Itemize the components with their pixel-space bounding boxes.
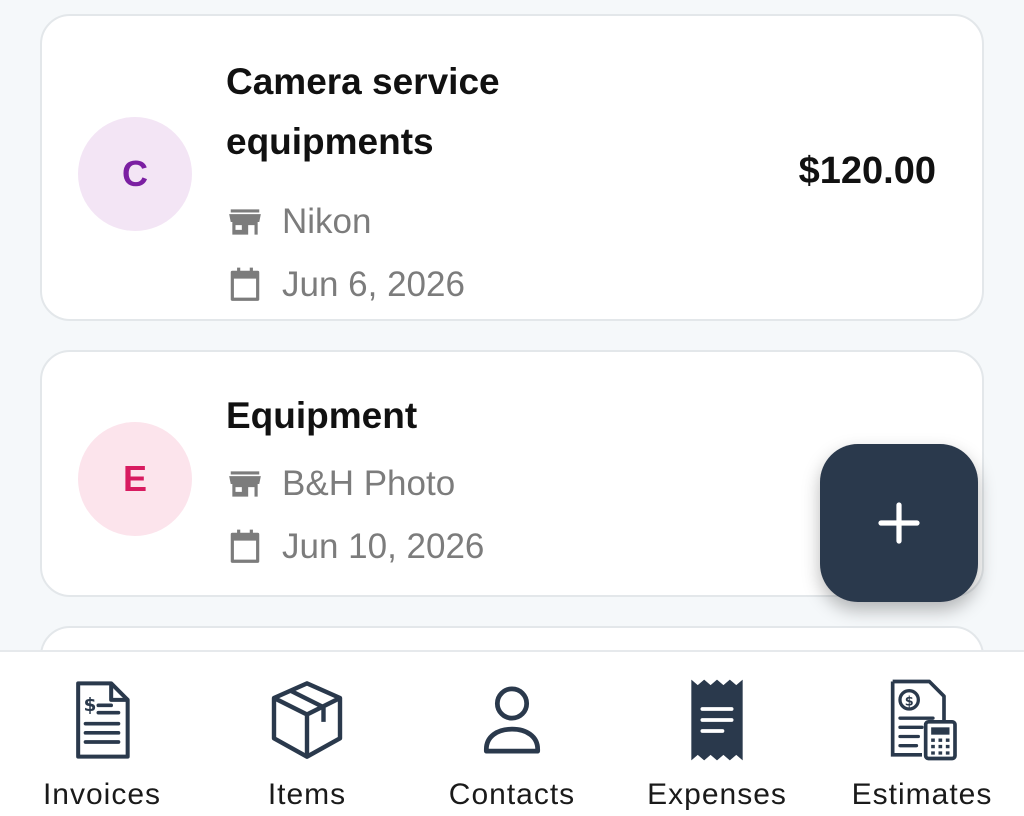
- expense-vendor: Nikon: [226, 202, 371, 242]
- svg-text:$: $: [84, 695, 97, 716]
- expense-card[interactable]: [40, 626, 984, 650]
- expense-amount: $120.00: [798, 150, 936, 192]
- expense-date: Jun 6, 2026: [226, 265, 465, 305]
- avatar-initial: C: [122, 153, 148, 194]
- plus-icon: [878, 502, 920, 544]
- expense-avatar: C: [78, 117, 192, 231]
- nav-label: Estimates: [851, 778, 993, 811]
- expense-vendor: B&H Photo: [226, 464, 455, 504]
- invoice-icon: $: [76, 681, 130, 759]
- person-icon: [483, 686, 541, 754]
- expense-date: Jun 10, 2026: [226, 527, 484, 567]
- expense-avatar: E: [78, 422, 192, 536]
- vendor-name: B&H Photo: [282, 464, 456, 503]
- store-icon: [229, 209, 261, 235]
- add-expense-button[interactable]: [820, 444, 978, 602]
- expense-title: Camera service equipments: [226, 61, 500, 162]
- vendor-name: Nikon: [282, 202, 372, 241]
- date-text: Jun 6, 2026: [282, 265, 465, 304]
- nav-item-estimates[interactable]: $ Estimates: [820, 652, 1024, 816]
- expenses-screen: C Camera service equipments Nikon Jun 6,…: [0, 0, 1024, 816]
- calendar-icon: [230, 529, 260, 563]
- nav-item-items[interactable]: Items: [205, 652, 409, 816]
- receipt-icon: [691, 679, 743, 761]
- date-text: Jun 10, 2026: [282, 527, 485, 566]
- bottom-navigation: $ Invoices Items Contacts Expenses $ Est…: [0, 650, 1024, 816]
- expense-card[interactable]: C Camera service equipments Nikon Jun 6,…: [40, 14, 984, 321]
- box-icon: [271, 681, 343, 759]
- nav-item-invoices[interactable]: $ Invoices: [0, 652, 204, 816]
- svg-text:$: $: [905, 694, 914, 709]
- avatar-initial: E: [122, 458, 147, 499]
- nav-item-expenses[interactable]: Expenses: [615, 652, 819, 816]
- nav-item-contacts[interactable]: Contacts: [410, 652, 614, 816]
- store-icon: [229, 471, 261, 497]
- nav-label: Invoices: [42, 778, 162, 811]
- nav-label: Contacts: [448, 778, 576, 811]
- estimate-calculator-icon: $: [890, 679, 957, 761]
- expense-title: Equipment: [226, 395, 418, 436]
- nav-label: Items: [267, 778, 347, 811]
- calendar-icon: [230, 267, 260, 301]
- nav-label: Expenses: [647, 778, 787, 811]
